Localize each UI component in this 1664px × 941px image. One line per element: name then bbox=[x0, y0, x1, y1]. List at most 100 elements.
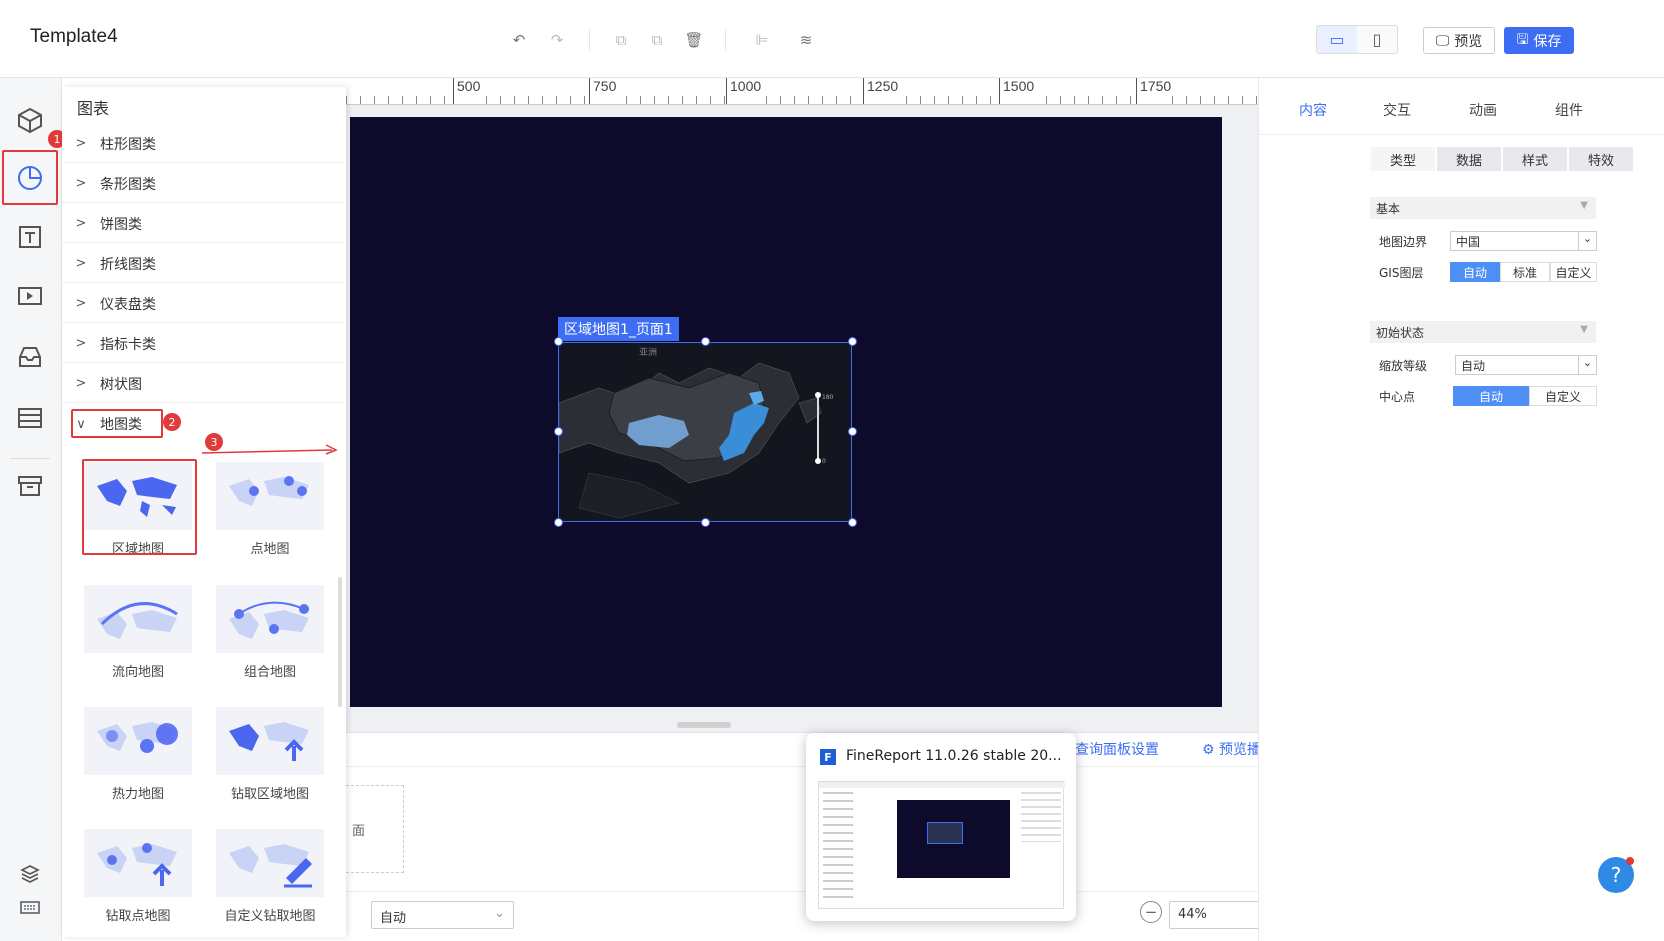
query-panel-settings-link[interactable]: 查询面板设置 bbox=[1075, 739, 1159, 759]
left-sidebar bbox=[0, 78, 62, 941]
category-bar-charts[interactable]: > 柱形图类 bbox=[62, 125, 344, 163]
horizontal-scrollbar[interactable] bbox=[677, 722, 731, 728]
zoom-value: 44% bbox=[1178, 907, 1207, 922]
panel-title: 图表 bbox=[77, 99, 110, 118]
tile-point-map[interactable]: 点地图 bbox=[216, 462, 324, 562]
annotation-box-map-category bbox=[71, 409, 163, 438]
gis-option-custom[interactable]: 自定义 bbox=[1550, 262, 1597, 282]
finereport-logo-icon: F bbox=[820, 749, 836, 765]
category-pie-charts[interactable]: > 饼图类 bbox=[62, 205, 344, 243]
subtab-data[interactable]: 数据 bbox=[1437, 147, 1501, 171]
tile-label: 组合地图 bbox=[243, 665, 296, 680]
layers-dropdown-icon[interactable]: ≋ bbox=[796, 30, 816, 50]
zoom-level-select[interactable]: 自动 ⌄ bbox=[1455, 355, 1597, 375]
layers-icon[interactable] bbox=[12, 856, 48, 892]
undo-icon[interactable]: ↶ bbox=[509, 30, 529, 50]
section-title: 初始状态 bbox=[1376, 325, 1425, 340]
media-icon[interactable] bbox=[12, 278, 48, 314]
table-icon[interactable] bbox=[12, 400, 48, 436]
category-line-charts[interactable]: > 折线图类 bbox=[62, 245, 344, 283]
resize-handle[interactable] bbox=[554, 518, 563, 527]
divider bbox=[725, 30, 726, 50]
subtab-style[interactable]: 样式 bbox=[1503, 147, 1567, 171]
category-tree-chart[interactable]: > 树状图 bbox=[62, 365, 344, 403]
component-cube-icon[interactable] bbox=[12, 102, 48, 138]
mode-select[interactable]: 自动 ⌄ bbox=[371, 901, 514, 929]
tab-content[interactable]: 内容 bbox=[1299, 100, 1327, 120]
resize-handle[interactable] bbox=[701, 337, 710, 346]
panel-scrollbar[interactable] bbox=[338, 577, 342, 707]
chevron-right-icon: > bbox=[75, 176, 87, 191]
chevron-down-icon: ⌄ bbox=[494, 906, 505, 921]
center-option-auto[interactable]: 自动 bbox=[1453, 386, 1529, 406]
category-label: 折线图类 bbox=[100, 256, 156, 273]
subtab-type[interactable]: 类型 bbox=[1371, 147, 1435, 171]
gear-icon: ⚙ bbox=[1202, 742, 1215, 758]
tile-flow-map[interactable]: 流向地图 bbox=[84, 585, 192, 685]
page-thumbnail[interactable]: 面 bbox=[346, 785, 404, 873]
combo-map-thumbnail bbox=[216, 585, 324, 653]
gis-layer-label: GIS图层 bbox=[1379, 266, 1424, 280]
tile-label: 热力地图 bbox=[111, 787, 164, 802]
tab-animation[interactable]: 动画 bbox=[1469, 100, 1497, 120]
resize-handle[interactable] bbox=[848, 427, 857, 436]
divider bbox=[589, 30, 590, 50]
redo-icon[interactable]: ↷ bbox=[547, 30, 567, 50]
keyboard-icon[interactable] bbox=[12, 889, 48, 925]
window-thumbnail bbox=[818, 781, 1065, 909]
annotation-box-region-map bbox=[82, 459, 197, 555]
subtab-effects[interactable]: 特效 bbox=[1569, 147, 1633, 171]
tile-drill-region-map[interactable]: 钻取区域地图 bbox=[216, 707, 324, 807]
category-kpi-cards[interactable]: > 指标卡类 bbox=[62, 325, 344, 363]
legend-min: 0 bbox=[822, 458, 826, 465]
center-point-label: 中心点 bbox=[1379, 390, 1416, 404]
annotation-box-chart bbox=[2, 150, 58, 205]
resize-handle[interactable] bbox=[554, 337, 563, 346]
save-button[interactable]: 🖫 保存 bbox=[1504, 27, 1574, 54]
drill-region-map-thumbnail bbox=[216, 707, 324, 775]
preview-label: 预览 bbox=[1454, 33, 1483, 50]
gis-option-standard[interactable]: 标准 bbox=[1500, 262, 1550, 282]
tab-component[interactable]: 组件 bbox=[1555, 100, 1583, 120]
archive-icon[interactable] bbox=[12, 468, 48, 504]
drill-point-map-thumbnail bbox=[84, 829, 192, 897]
tile-custom-drill-map[interactable]: 自定义钻取地图 bbox=[216, 829, 324, 929]
flow-map-thumbnail bbox=[84, 585, 192, 653]
resize-handle[interactable] bbox=[701, 518, 710, 527]
legend-max: 180 bbox=[822, 394, 834, 401]
section-basic[interactable]: 基本 ▼ bbox=[1370, 197, 1596, 219]
popup-title: FineReport 11.0.26 stable 20... bbox=[846, 748, 1062, 764]
chevron-right-icon: > bbox=[75, 296, 87, 311]
delete-icon[interactable]: 🗑 bbox=[684, 30, 704, 50]
save-label: 保存 bbox=[1533, 33, 1562, 50]
preview-button[interactable]: 🖵 预览 bbox=[1423, 27, 1495, 54]
desktop-icon[interactable]: ▭ bbox=[1317, 26, 1357, 53]
resize-handle[interactable] bbox=[848, 337, 857, 346]
paste-icon[interactable]: ⧉ bbox=[647, 30, 667, 50]
tile-drill-point-map[interactable]: 钻取点地图 bbox=[84, 829, 192, 929]
chevron-right-icon: > bbox=[75, 336, 87, 351]
region-map-component[interactable]: 亚洲 180 0 bbox=[558, 342, 852, 522]
inbox-icon[interactable] bbox=[12, 339, 48, 375]
save-icon: 🖫 bbox=[1516, 31, 1529, 48]
gis-option-auto[interactable]: 自动 bbox=[1450, 262, 1500, 282]
tile-heat-map[interactable]: 热力地图 bbox=[84, 707, 192, 807]
resize-handle[interactable] bbox=[554, 427, 563, 436]
category-horizontal-bar-charts[interactable]: > 条形图类 bbox=[62, 165, 344, 203]
copy-icon[interactable]: ⧉ bbox=[611, 30, 631, 50]
zoom-out-icon[interactable]: − bbox=[1140, 901, 1162, 923]
text-icon[interactable] bbox=[12, 219, 48, 255]
section-title: 基本 bbox=[1376, 201, 1401, 216]
center-option-custom[interactable]: 自定义 bbox=[1529, 386, 1597, 406]
tab-interaction[interactable]: 交互 bbox=[1383, 100, 1411, 120]
resize-handle[interactable] bbox=[848, 518, 857, 527]
tablet-icon[interactable]: ▯ bbox=[1357, 26, 1397, 53]
section-initial-state[interactable]: 初始状态 ▼ bbox=[1370, 321, 1596, 343]
map-border-select[interactable]: 中国 ⌄ bbox=[1450, 231, 1597, 251]
category-gauge-charts[interactable]: > 仪表盘类 bbox=[62, 285, 344, 323]
window-preview-popup[interactable]: F FineReport 11.0.26 stable 20... bbox=[806, 733, 1076, 921]
tile-label: 点地图 bbox=[250, 542, 290, 557]
tile-combo-map[interactable]: 组合地图 bbox=[216, 585, 324, 685]
align-icon[interactable]: ⊫ bbox=[752, 30, 772, 50]
point-map-thumbnail bbox=[216, 462, 324, 530]
